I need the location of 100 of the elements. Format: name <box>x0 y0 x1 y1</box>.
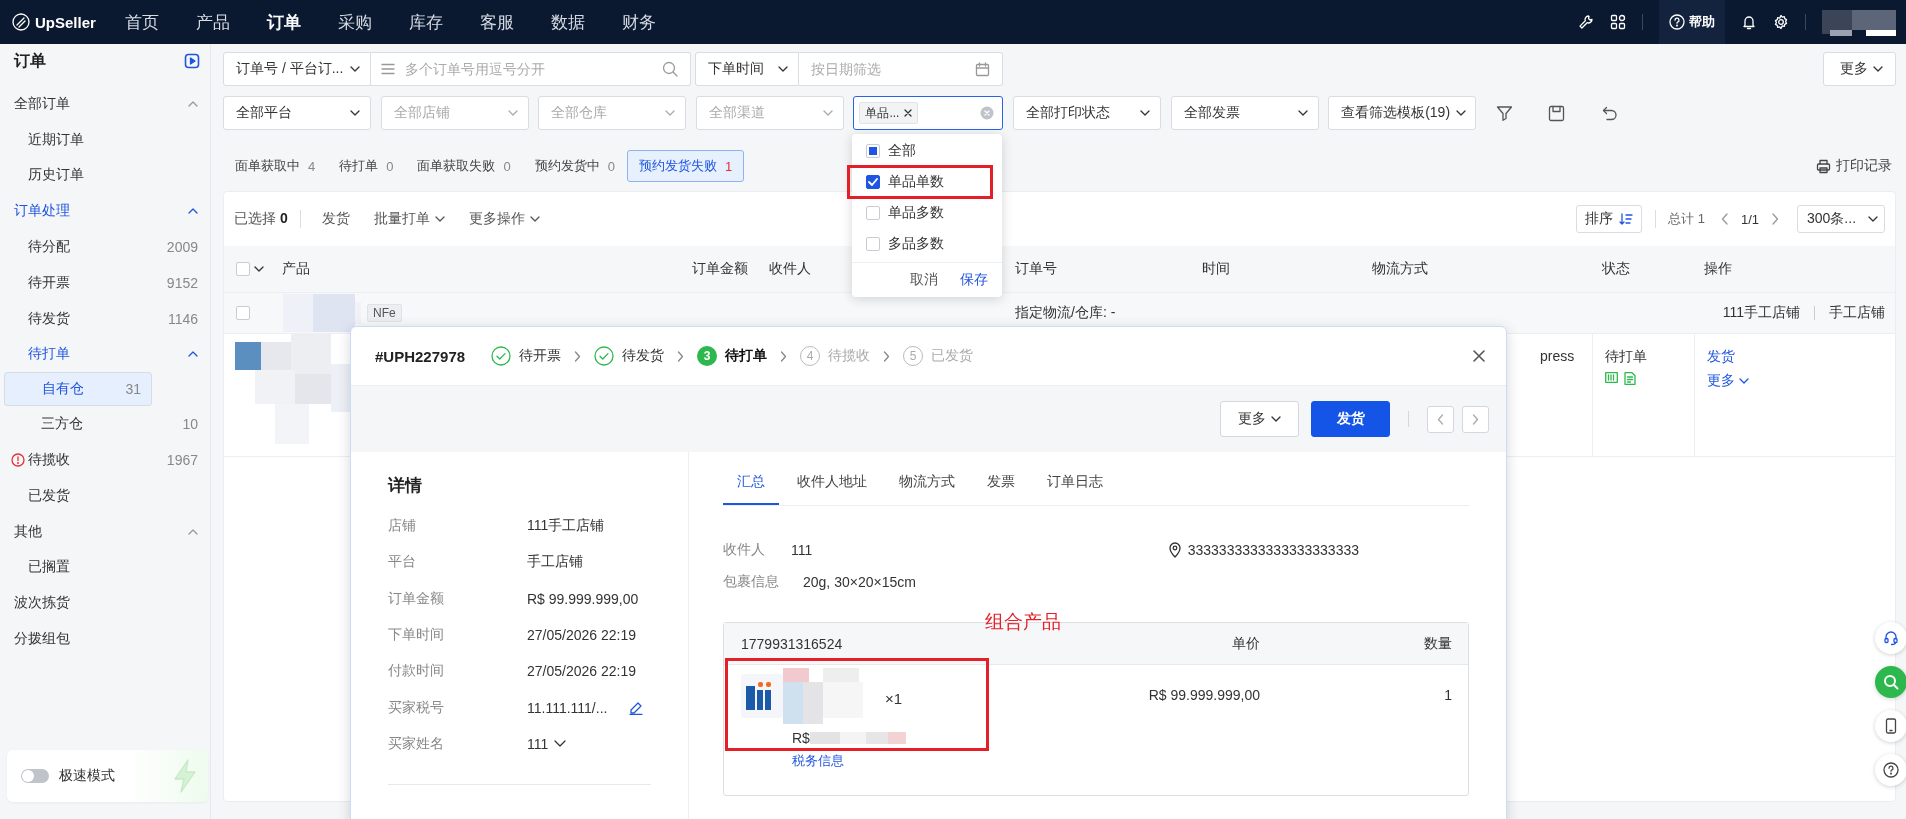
sidebar-item[interactable]: 待打单 <box>4 336 208 373</box>
tag-select[interactable]: 单品... <box>853 96 1004 130</box>
previous-page-icon[interactable] <box>1720 213 1729 225</box>
action-link[interactable]: 发货 <box>1707 348 1735 366</box>
dropdown-option[interactable]: 多品多数 <box>852 231 1002 257</box>
status-tab[interactable]: 预约发货中 0 <box>522 150 627 182</box>
search-input[interactable]: 多个订单号用逗号分开 <box>403 60 654 78</box>
sidebar-item[interactable]: 全部订单 <box>4 86 208 122</box>
quantity: 1 <box>1443 686 1453 705</box>
date-field[interactable]: 按日期筛选 <box>799 52 1003 86</box>
close-icon[interactable] <box>904 109 913 117</box>
help-button[interactable]: 帮助 <box>1659 0 1725 44</box>
close-icon[interactable] <box>1472 349 1486 363</box>
detail-value: 11.111.111/... <box>527 699 608 716</box>
toolbar-button[interactable]: 更多操作 <box>468 210 540 228</box>
help-button[interactable] <box>1875 754 1906 786</box>
mobile-button[interactable] <box>1875 710 1906 742</box>
print-record-link[interactable]: 打印记录 <box>1816 157 1896 175</box>
sidebar-item[interactable]: 其他 <box>4 513 208 550</box>
filter-select[interactable]: 全部发票 <box>1170 96 1319 130</box>
sidebar-item[interactable]: 待发货 1146 <box>4 300 208 337</box>
tax-info-link[interactable]: 税务信息 <box>792 753 844 768</box>
next-page-icon[interactable] <box>1771 213 1779 225</box>
page-size-select[interactable]: 300条... <box>1797 205 1885 233</box>
sort-button[interactable]: 排序 <box>1576 205 1643 233</box>
nav-tab[interactable]: 订单 <box>267 10 301 34</box>
play-icon[interactable] <box>184 53 200 69</box>
check-circle-icon <box>594 346 614 366</box>
caret-icon <box>1873 66 1883 72</box>
undo-icon[interactable] <box>1600 104 1618 122</box>
save-button[interactable]: 保存 <box>960 271 988 289</box>
more-button[interactable]: 更多 <box>1823 52 1896 86</box>
info-value: 20g, 30×20×15cm <box>803 574 916 590</box>
nav-tab[interactable]: 客服 <box>480 10 514 34</box>
more-button[interactable]: 更多 <box>1220 401 1299 437</box>
edit-icon[interactable] <box>629 700 644 715</box>
caret-icon <box>188 100 198 107</box>
nav-tab[interactable]: 首页 <box>125 10 159 34</box>
dropdown-option[interactable]: 全部 <box>852 138 1002 164</box>
location-icon <box>1167 542 1182 558</box>
action-link[interactable]: 更多 <box>1707 372 1749 390</box>
sidebar-item[interactable]: 已发货 <box>4 477 208 514</box>
filter-select[interactable]: 查看筛选模板(19) <box>1328 96 1477 130</box>
nav-tab[interactable]: 数据 <box>551 10 585 34</box>
detail-tab[interactable]: 物流方式 <box>885 461 969 505</box>
detail-tab[interactable]: 发票 <box>973 461 1029 505</box>
sidebar-item[interactable]: 三方仓 10 <box>4 406 208 443</box>
search-field[interactable]: 多个订单号用逗号分开 <box>371 52 691 86</box>
caret-icon <box>1739 378 1749 384</box>
sidebar-item[interactable]: 待开票 9152 <box>4 265 208 301</box>
help-icon <box>1883 762 1899 778</box>
wrench-icon[interactable] <box>1578 14 1594 30</box>
toggle-switch[interactable] <box>21 769 49 783</box>
toolbar-button[interactable]: 批量打单 <box>373 210 445 228</box>
calendar-icon[interactable] <box>975 61 990 77</box>
date-input[interactable]: 按日期筛选 <box>809 60 967 78</box>
status-tab[interactable]: 面单获取失败 0 <box>405 150 523 182</box>
sidebar-item[interactable]: 订单处理 <box>4 193 208 230</box>
detail-tab[interactable]: 汇总 <box>723 461 779 505</box>
sidebar-item[interactable]: 待分配 2009 <box>4 229 208 265</box>
cancel-button[interactable]: 取消 <box>910 271 938 289</box>
sidebar-item[interactable]: 分拨组包 <box>4 621 208 657</box>
dropdown-option[interactable]: 单品单数 <box>852 169 1002 195</box>
bell-icon[interactable] <box>1741 14 1757 30</box>
order-number: #UPH227978 <box>375 347 467 365</box>
order-field-select[interactable]: 订单号 / 平台订... <box>223 52 371 86</box>
detail-tab[interactable]: 收件人地址 <box>783 461 881 505</box>
nav-tab[interactable]: 采购 <box>338 10 372 34</box>
info-label: 包裹信息 <box>723 573 780 591</box>
logistics-text: press <box>1540 348 1575 364</box>
status-tab[interactable]: 预约发货失败 1 <box>626 150 745 182</box>
time-field-select[interactable]: 下单时间 <box>695 52 799 86</box>
filter-icon[interactable] <box>1495 104 1513 122</box>
grid-icon[interactable] <box>1610 14 1626 30</box>
search-button[interactable] <box>1875 666 1906 698</box>
save-icon[interactable] <box>1548 104 1566 122</box>
sidebar-item[interactable]: 自有仓 31 <box>4 372 152 407</box>
sidebar-item[interactable]: 波次拣货 <box>4 585 208 622</box>
nav-tab[interactable]: 库存 <box>409 10 443 34</box>
checkbox[interactable] <box>866 175 880 189</box>
status-tab[interactable]: 面单获取中 4 <box>223 150 328 182</box>
toolbar-button[interactable]: 发货 <box>321 210 350 228</box>
filter-select[interactable]: 全部打印状态 <box>1012 96 1161 130</box>
status-tab[interactable]: 待打单 0 <box>327 150 406 182</box>
detail-tab[interactable]: 订单日志 <box>1033 461 1117 505</box>
filter-tag[interactable]: 单品... <box>859 102 919 124</box>
sidebar-item[interactable]: 已搁置 <box>4 549 208 586</box>
search-icon[interactable] <box>662 61 678 77</box>
nav-tab[interactable]: 财务 <box>622 10 656 34</box>
sidebar-item[interactable]: 历史订单 <box>4 157 208 194</box>
detail-dropdown[interactable]: 111 <box>527 735 567 752</box>
dropdown-option[interactable]: 单品多数 <box>852 200 1002 226</box>
settings-icon[interactable] <box>1773 14 1789 30</box>
support-button[interactable] <box>1875 622 1906 654</box>
detail-label: 买家姓名 <box>388 734 445 753</box>
sidebar-item[interactable]: 待揽收 1967 <box>4 442 208 478</box>
filter-select[interactable]: 全部平台 <box>223 96 371 130</box>
ship-button[interactable]: 发货 <box>1311 401 1390 437</box>
sidebar-item[interactable]: 近期订单 <box>4 121 208 158</box>
nav-tab[interactable]: 产品 <box>196 10 230 34</box>
